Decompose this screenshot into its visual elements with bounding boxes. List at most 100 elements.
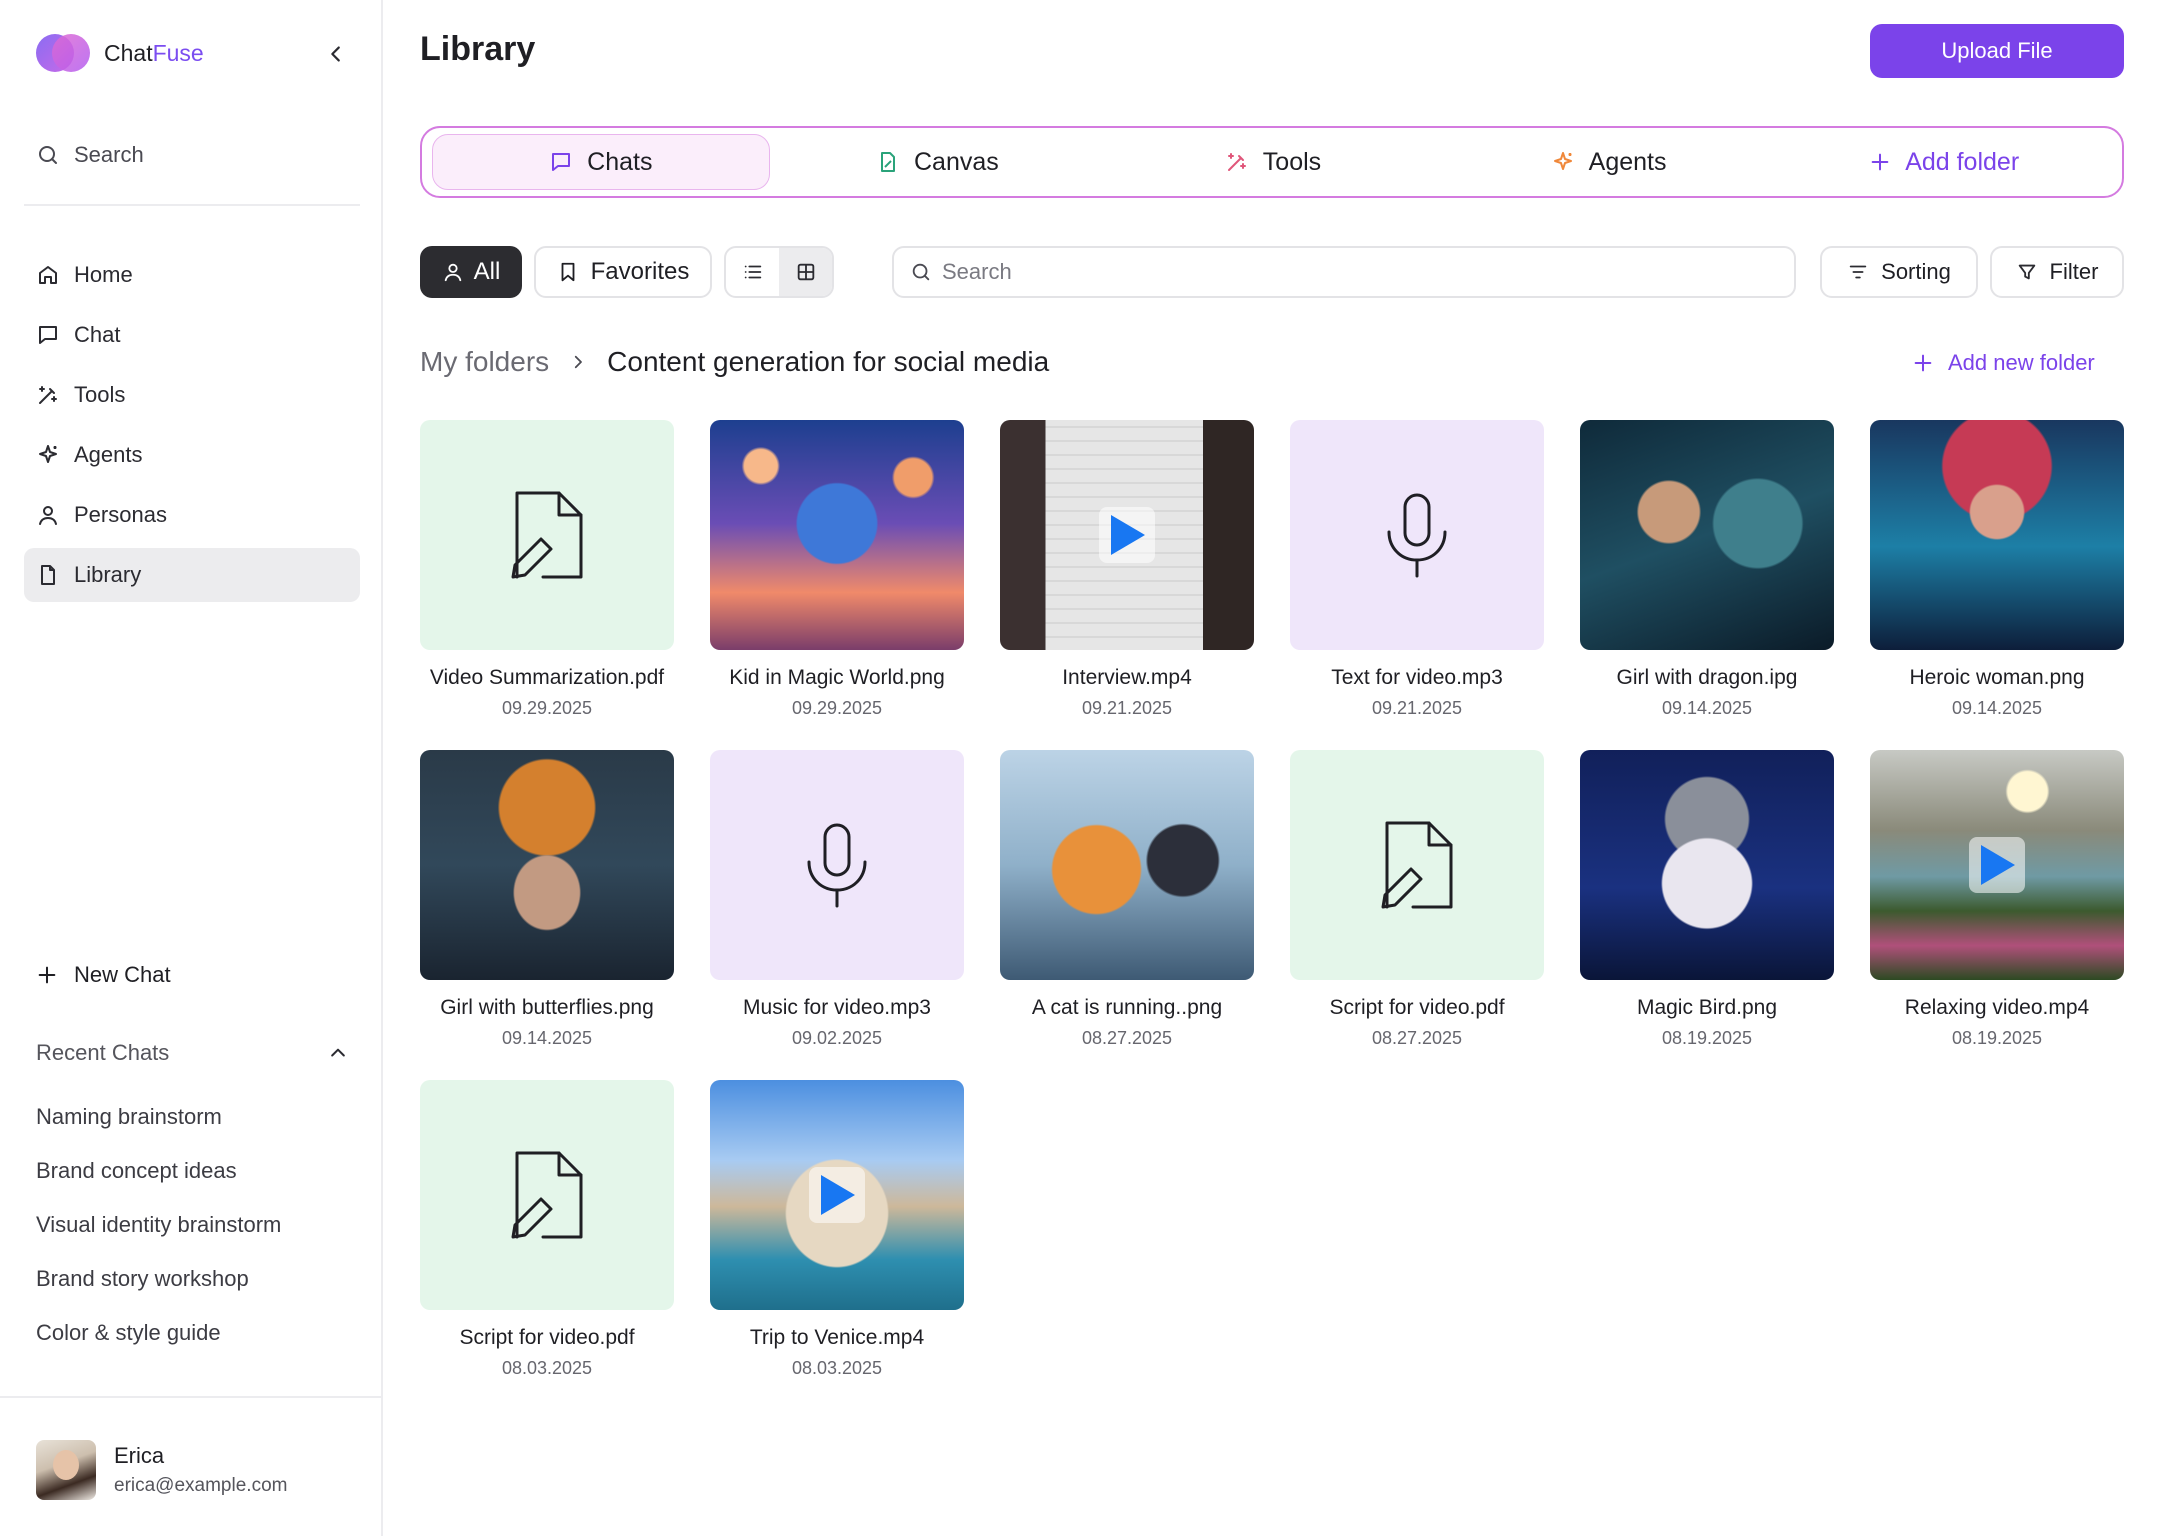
upload-file-button[interactable]: Upload File — [1870, 24, 2124, 78]
file-card[interactable]: Kid in Magic World.png 09.29.2025 — [710, 420, 964, 720]
image-thumbnail — [420, 750, 674, 980]
recent-chats-header[interactable]: Recent Chats — [36, 1040, 348, 1066]
tab-label: Canvas — [914, 147, 999, 176]
file-card[interactable]: Script for video.pdf 08.03.2025 — [420, 1080, 674, 1380]
filter-all-chip[interactable]: All — [420, 246, 522, 298]
list-icon — [744, 265, 761, 279]
recent-chat-item[interactable]: Naming brainstorm — [36, 1090, 281, 1144]
file-name: Heroic woman.png — [1909, 666, 2085, 689]
sparkle-icon — [39, 445, 57, 463]
play-icon — [1981, 845, 2015, 885]
file-date: 09.21.2025 — [1371, 698, 1463, 718]
library-search[interactable] — [892, 246, 1796, 298]
tab-agents[interactable]: Agents — [1441, 134, 1777, 190]
tab-label: Agents — [1588, 147, 1667, 176]
magic-wand-icon — [39, 386, 57, 404]
play-button[interactable] — [1969, 837, 2025, 893]
sidebar: ChatFuse Search Home Chat Tools Agents P… — [0, 0, 383, 1536]
list-view-button[interactable] — [726, 248, 779, 296]
file-card[interactable]: Video Summarization.pdf 09.29.2025 — [420, 420, 674, 720]
home-icon — [39, 266, 57, 284]
file-card[interactable]: Girl with butterflies.png 09.14.2025 — [420, 750, 674, 1050]
document-edit-icon — [511, 1151, 583, 1239]
sidebar-item-home[interactable]: Home — [24, 248, 360, 302]
video-thumbnail — [1870, 750, 2124, 980]
grid-view-button[interactable] — [779, 248, 832, 296]
file-name: Music for video.mp3 — [743, 996, 931, 1019]
recent-chat-item[interactable]: Color & style guide — [36, 1306, 281, 1360]
file-date: 09.29.2025 — [791, 698, 883, 718]
file-date: 09.21.2025 — [1081, 698, 1173, 718]
file-name: Girl with dragon.ipg — [1616, 666, 1798, 689]
search-input[interactable] — [942, 259, 1742, 285]
plus-icon — [1914, 354, 1932, 372]
tab-label: Tools — [1262, 147, 1322, 176]
file-name: Trip to Venice.mp4 — [749, 1326, 925, 1349]
sort-icon — [1849, 265, 1867, 279]
sidebar-search[interactable]: Search — [36, 142, 144, 168]
file-card[interactable]: Interview.mp4 09.21.2025 — [1000, 420, 1254, 720]
chatfuse-logo-icon — [36, 34, 90, 72]
file-card[interactable]: Text for video.mp3 09.21.2025 — [1290, 420, 1544, 720]
tab-canvas[interactable]: Canvas — [770, 134, 1106, 190]
user-divider — [0, 1396, 383, 1398]
file-card[interactable]: Script for video.pdf 08.27.2025 — [1290, 750, 1544, 1050]
recent-chat-item[interactable]: Visual identity brainstorm — [36, 1198, 281, 1252]
sparkle-icon — [1553, 152, 1572, 170]
file-card[interactable]: A cat is running..png 08.27.2025 — [1000, 750, 1254, 1050]
sidebar-item-chat[interactable]: Chat — [24, 308, 360, 362]
file-card[interactable]: Music for video.mp3 09.02.2025 — [710, 750, 964, 1050]
brand[interactable]: ChatFuse — [36, 34, 204, 72]
sidebar-item-agents[interactable]: Agents — [24, 428, 360, 482]
brand-name-part2: Fuse — [152, 39, 204, 66]
sidebar-item-tools[interactable]: Tools — [24, 368, 360, 422]
sidebar-item-library[interactable]: Library — [24, 548, 360, 602]
sorting-button[interactable]: Sorting — [1820, 246, 1978, 298]
file-date: 09.02.2025 — [791, 1028, 883, 1048]
user-name: Erica — [114, 1443, 165, 1468]
filter-favorites-chip[interactable]: Favorites — [534, 246, 712, 298]
sidebar-item-label: Personas — [74, 502, 167, 527]
play-icon — [1111, 515, 1145, 555]
tab-chats[interactable]: Chats — [432, 134, 770, 190]
file-card[interactable]: Girl with dragon.ipg 09.14.2025 — [1580, 420, 1834, 720]
recent-chats-list: Naming brainstorm Brand concept ideas Vi… — [36, 1090, 281, 1360]
video-thumbnail — [1000, 420, 1254, 650]
chevron-left-icon — [331, 46, 340, 62]
filter-icon — [2018, 264, 2035, 280]
sidebar-nav: Home Chat Tools Agents Personas Library — [24, 248, 360, 608]
file-card[interactable]: Trip to Venice.mp4 08.03.2025 — [710, 1080, 964, 1380]
filter-row: All Favorites Sorting Filter — [420, 246, 2124, 298]
bookmark-icon — [561, 262, 575, 282]
file-date: 09.14.2025 — [1951, 698, 2043, 718]
play-button[interactable] — [809, 1167, 865, 1223]
image-thumbnail — [1580, 750, 1834, 980]
file-card[interactable]: Heroic woman.png 09.14.2025 — [1870, 420, 2124, 720]
play-button[interactable] — [1099, 507, 1155, 563]
new-chat-label: New Chat — [74, 962, 171, 987]
new-chat-button[interactable]: New Chat — [36, 962, 171, 988]
file-date: 08.27.2025 — [1081, 1028, 1173, 1048]
tab-label: Chats — [587, 147, 653, 176]
video-thumbnail — [710, 1080, 964, 1310]
file-card[interactable]: Relaxing video.mp4 08.19.2025 — [1870, 750, 2124, 1050]
file-card[interactable]: Magic Bird.png 08.19.2025 — [1580, 750, 1834, 1050]
user-profile[interactable]: Erica erica@example.com — [36, 1440, 287, 1500]
file-name: A cat is running..png — [1031, 996, 1223, 1019]
tab-tools[interactable]: Tools — [1105, 134, 1441, 190]
plus-icon — [1871, 153, 1889, 171]
add-folder-tab[interactable]: Add folder — [1776, 134, 2112, 190]
image-thumbnail — [1580, 420, 1834, 650]
recent-chat-item[interactable]: Brand concept ideas — [36, 1144, 281, 1198]
sidebar-item-personas[interactable]: Personas — [24, 488, 360, 542]
file-thumbnail — [420, 420, 674, 650]
collapse-sidebar-button[interactable] — [322, 40, 350, 68]
file-thumbnail — [420, 1080, 674, 1310]
filter-button[interactable]: Filter — [1990, 246, 2124, 298]
breadcrumb-root[interactable]: My folders — [420, 346, 549, 378]
recent-chat-item[interactable]: Brand story workshop — [36, 1252, 281, 1306]
chat-bubble-icon — [552, 153, 571, 171]
microphone-icon — [1387, 493, 1447, 578]
add-new-folder-button[interactable]: Add new folder — [1912, 350, 2095, 376]
brand-name: ChatFuse — [104, 40, 204, 67]
